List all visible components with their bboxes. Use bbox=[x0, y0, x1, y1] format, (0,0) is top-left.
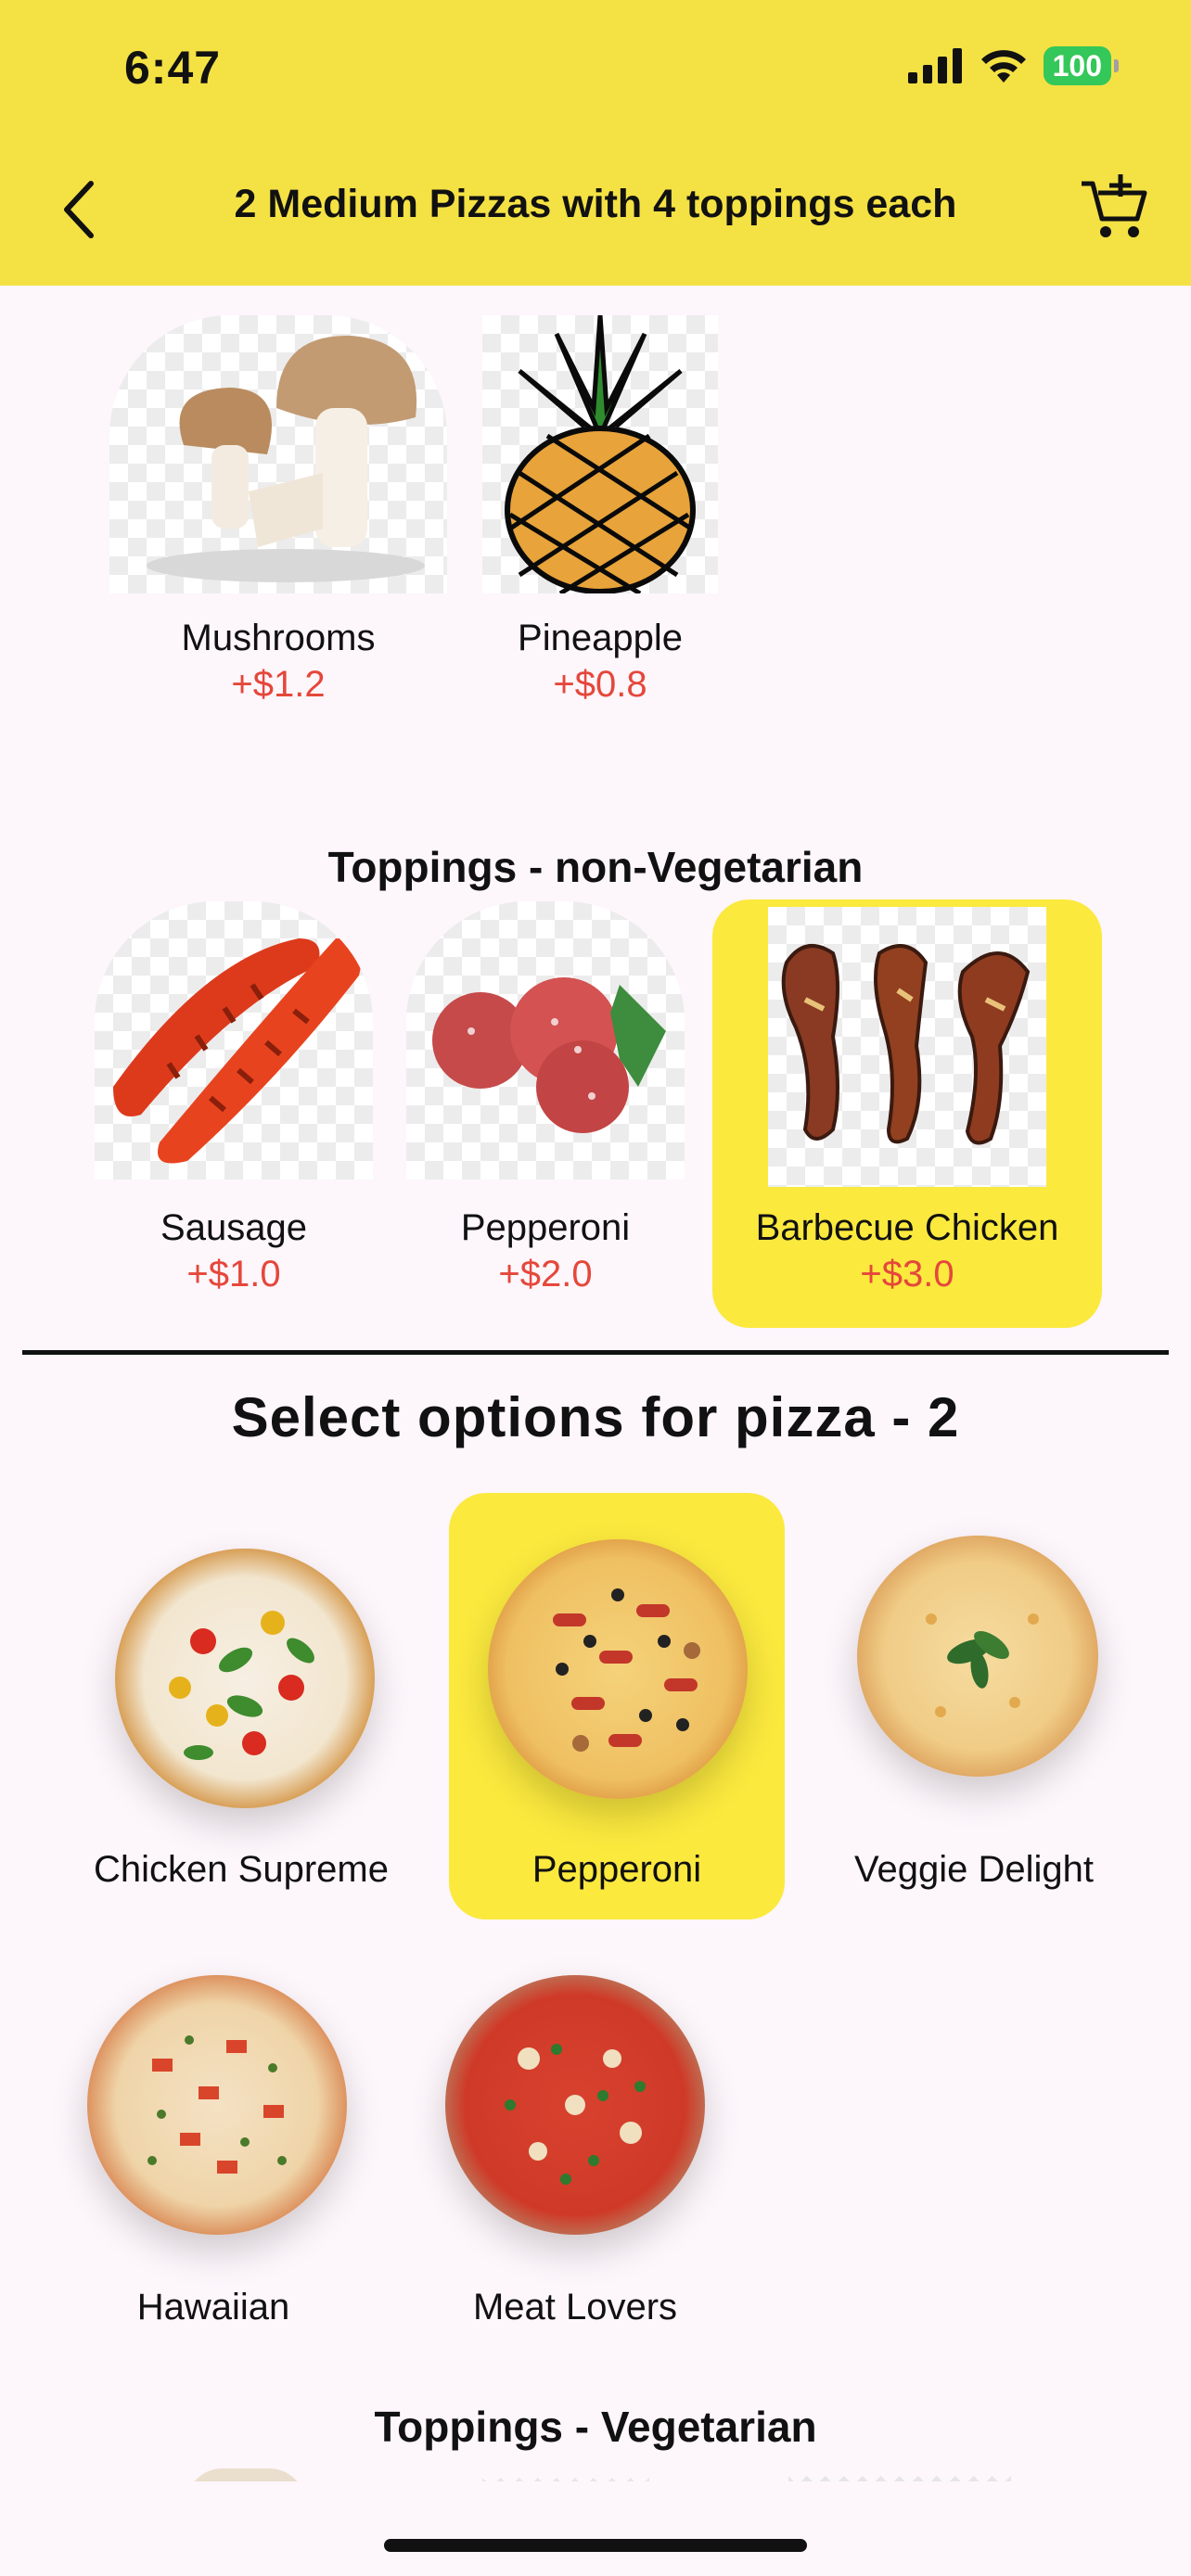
veggie-delight-image bbox=[857, 1536, 1098, 1777]
pizza-option-veggie-delight[interactable]: Veggie Delight bbox=[816, 1493, 1132, 1919]
pizza-option-label: Pepperoni bbox=[531, 1849, 702, 1890]
topping-name: Barbecue Chicken bbox=[755, 1207, 1059, 1248]
signal-icon bbox=[907, 48, 962, 83]
status-icons: 100 bbox=[907, 46, 1120, 85]
topping-pineapple[interactable]: Pineapple +$0.8 bbox=[482, 315, 718, 723]
topping-name: Mushrooms bbox=[181, 618, 376, 658]
app-header: 6:47 100 2 Medium Pizzas with 4 toppings… bbox=[0, 0, 1191, 286]
pizza-option-label: Veggie Delight bbox=[854, 1849, 1094, 1890]
topping-name: Pineapple bbox=[518, 618, 683, 658]
topping-barbecue-chicken[interactable]: Barbecue Chicken +$3.0 bbox=[712, 899, 1102, 1328]
pizza-option-label: Hawaiian bbox=[136, 2287, 290, 2327]
sausage-image bbox=[95, 901, 373, 1180]
page-title: 2 Medium Pizzas with 4 toppings each bbox=[234, 182, 957, 226]
hawaiian-image bbox=[87, 1975, 347, 2235]
pizza-option-pepperoni[interactable]: Pepperoni bbox=[449, 1493, 785, 1919]
section-divider bbox=[22, 1350, 1169, 1355]
chicken-supreme-image bbox=[115, 1549, 375, 1808]
barbecue-chicken-image bbox=[768, 907, 1046, 1187]
home-indicator[interactable] bbox=[384, 2539, 807, 2552]
topping-price: +$3.0 bbox=[860, 1254, 954, 1294]
status-time: 6:47 bbox=[124, 42, 222, 94]
topping-pepperoni[interactable]: Pepperoni +$2.0 bbox=[399, 901, 692, 1309]
topping-price: +$1.0 bbox=[186, 1254, 281, 1294]
meat-lovers-image bbox=[445, 1975, 705, 2235]
topping-price: +$2.0 bbox=[498, 1254, 593, 1294]
topping-name: Sausage bbox=[160, 1207, 307, 1248]
topping-sausage[interactable]: Sausage +$1.0 bbox=[87, 901, 380, 1309]
topping-name: Pepperoni bbox=[460, 1207, 631, 1248]
veg-section-title: Toppings - Vegetarian bbox=[374, 2403, 817, 2451]
pizza-option-chicken-supreme[interactable]: Chicken Supreme bbox=[74, 1493, 408, 1919]
mushroom-image bbox=[109, 315, 447, 593]
cart-add-icon bbox=[1082, 174, 1147, 237]
add-to-cart-button[interactable] bbox=[1078, 171, 1152, 245]
options-title: Select options for pizza - 2 bbox=[231, 1386, 960, 1448]
pepperoni-image bbox=[406, 901, 685, 1180]
pizza-option-label: Chicken Supreme bbox=[94, 1849, 389, 1890]
nonveg-section-title: Toppings - non-Vegetarian bbox=[327, 843, 864, 891]
wifi-icon bbox=[980, 50, 1026, 83]
topping-price: +$1.2 bbox=[231, 664, 326, 705]
pizza-option-meat-lovers[interactable]: Meat Lovers bbox=[408, 1947, 742, 2355]
chevron-left-icon bbox=[64, 181, 94, 238]
pineapple-image bbox=[482, 315, 718, 593]
topping-price: +$0.8 bbox=[553, 664, 647, 705]
pizza-option-hawaiian[interactable]: Hawaiian bbox=[56, 1947, 371, 2355]
battery-indicator: 100 bbox=[1043, 46, 1120, 85]
pepperoni-pizza-image bbox=[488, 1539, 748, 1799]
veg-toppings-row-partial bbox=[0, 2463, 1191, 2481]
back-button[interactable] bbox=[48, 172, 108, 247]
topping-mushrooms[interactable]: Mushrooms +$1.2 bbox=[93, 315, 464, 723]
pizza-option-label: Meat Lovers bbox=[472, 2287, 678, 2327]
